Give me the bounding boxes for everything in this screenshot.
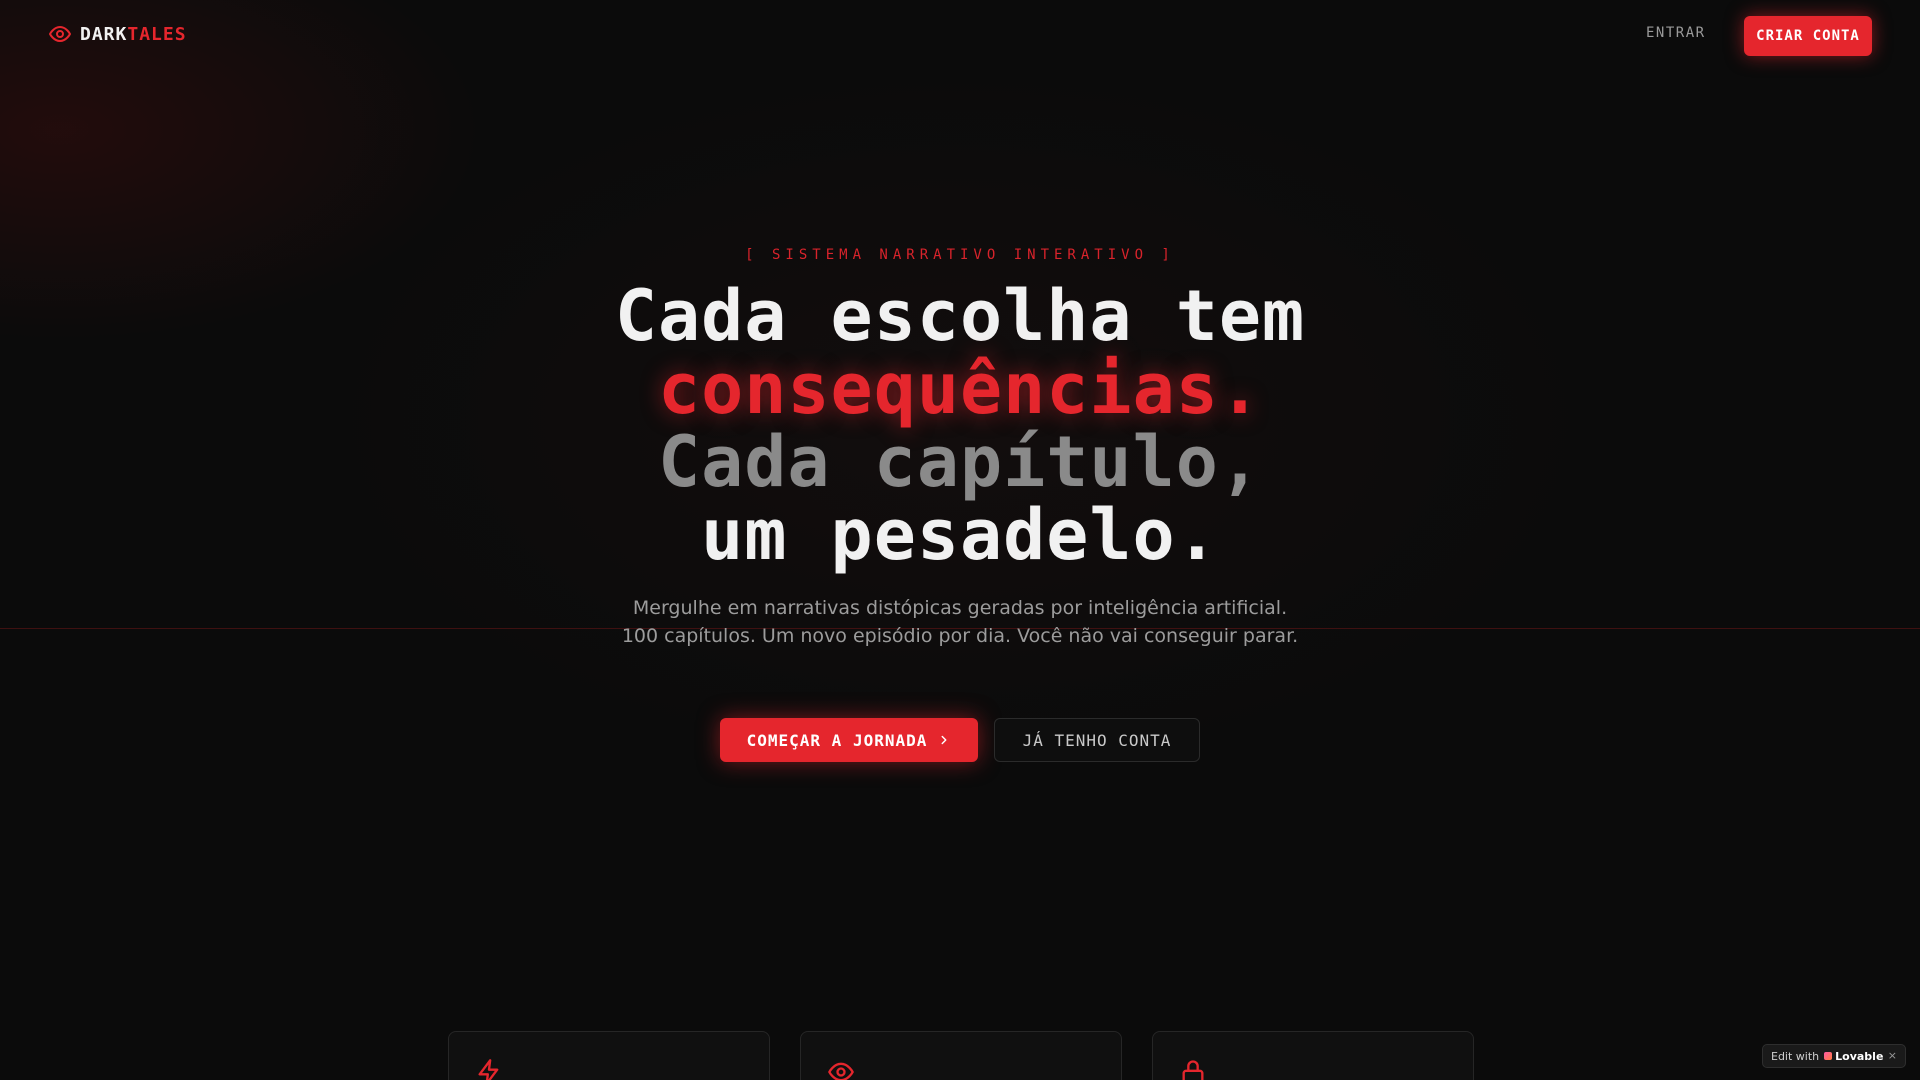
top-navbar: DARKTALES ENTRAR CRIAR CONTA: [0, 0, 1920, 72]
badge-prefix: Edit with: [1771, 1049, 1820, 1063]
lovable-brand: Lovable: [1824, 1050, 1883, 1063]
close-icon[interactable]: ×: [1888, 1049, 1897, 1062]
feature-card-lightning: [448, 1031, 770, 1080]
feature-card-lock: [1152, 1031, 1474, 1080]
hero-title-line-2: consequências.: [657, 348, 1262, 430]
lovable-brand-text: Lovable: [1835, 1049, 1884, 1063]
eye-icon: [828, 1062, 854, 1080]
logo-text-dark: DARK: [80, 23, 128, 45]
logo[interactable]: DARKTALES: [48, 22, 187, 46]
lightning-icon: [478, 1059, 499, 1080]
login-link[interactable]: ENTRAR: [1646, 25, 1706, 41]
lock-icon: [1182, 1060, 1204, 1080]
hero-title-line-3: Cada capítulo,: [657, 421, 1262, 503]
hero-title: Cada escolha tem consequências. Cada cap…: [0, 280, 1920, 572]
have-account-button[interactable]: JÁ TENHO CONTA: [994, 718, 1200, 762]
edit-with-lovable-badge[interactable]: Edit with Lovable ×: [1762, 1044, 1906, 1068]
eye-icon: [49, 26, 71, 42]
hero-subtitle: Mergulhe em narrativas distópicas gerada…: [621, 597, 1299, 647]
logo-text-tales: TALES: [127, 23, 187, 45]
hero-title-line-1: Cada escolha tem: [614, 275, 1306, 357]
feature-card-eye: [800, 1031, 1122, 1080]
signup-button[interactable]: CRIAR CONTA: [1744, 16, 1872, 56]
hero-title-line-4: um pesadelo.: [701, 494, 1219, 576]
landing-page: DARKTALES ENTRAR CRIAR CONTA [ SISTEMA N…: [0, 0, 1920, 1080]
hero-tagline: [ SISTEMA NARRATIVO INTERATIVO ]: [745, 247, 1175, 263]
chevron-right-icon: [941, 735, 947, 745]
start-journey-button[interactable]: COMEÇAR A JORNADA: [720, 718, 978, 762]
lovable-heart-icon: [1824, 1052, 1833, 1060]
start-journey-label: COMEÇAR A JORNADA: [746, 730, 928, 750]
